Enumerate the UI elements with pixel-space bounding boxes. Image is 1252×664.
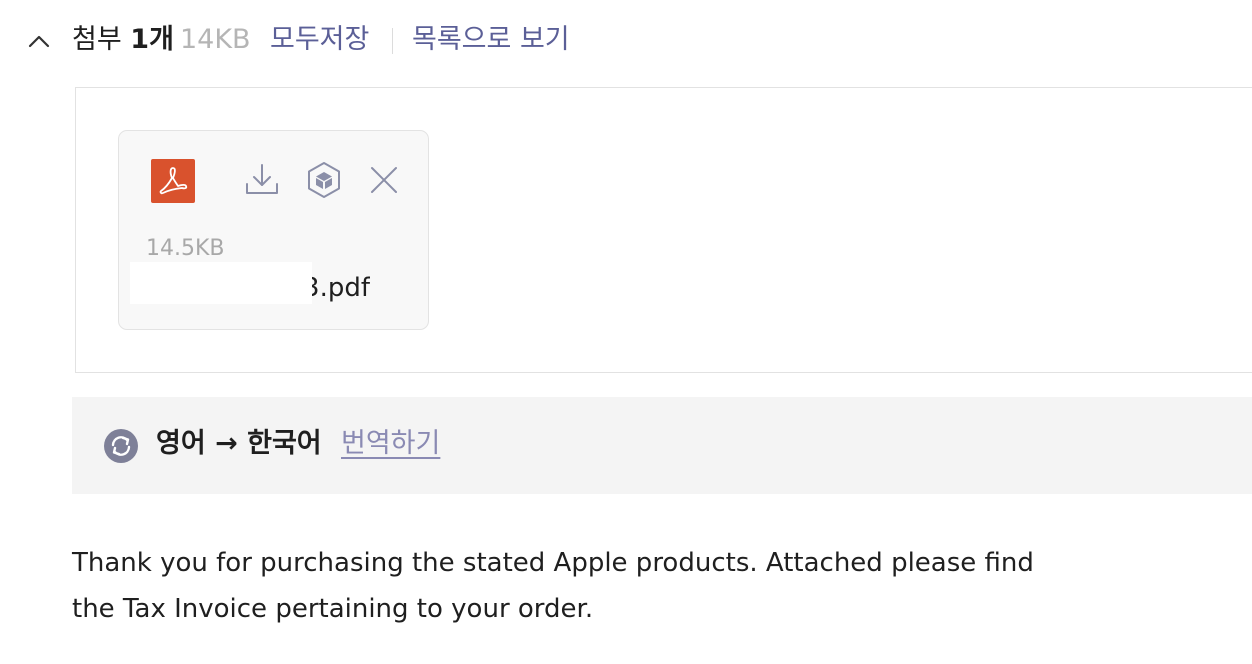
save-all-link[interactable]: 모두저장 [270, 22, 369, 58]
attachments-title: 첨부 [72, 24, 122, 55]
attachments-total-size: 14KB [180, 24, 251, 55]
download-icon[interactable] [242, 160, 282, 200]
translation-languages: 영어 → 한국어 [156, 428, 322, 459]
view-list-link[interactable]: 목록으로 보기 [412, 22, 570, 58]
message-line: the Tax Invoice pertaining to your order… [72, 594, 594, 624]
pdf-icon [151, 159, 195, 203]
header-divider [392, 28, 393, 54]
file-size: 14.5KB [146, 236, 225, 261]
message-body: Thank you for purchasing the stated Appl… [72, 540, 1132, 632]
close-icon[interactable] [364, 160, 404, 200]
chevron-up-icon[interactable] [26, 28, 52, 54]
attachments-label: 첨부 1개 [72, 22, 174, 58]
cube-icon[interactable] [304, 160, 344, 200]
attachments-header: 첨부 1개 14KB 모두저장 목록으로 보기 [0, 0, 1252, 80]
message-line: Thank you for purchasing the stated Appl… [72, 548, 1034, 578]
translate-link[interactable]: 번역하기 [341, 425, 440, 463]
redacted-filename [130, 262, 312, 304]
translate-icon [103, 428, 139, 464]
attachments-count: 1개 [130, 24, 174, 55]
